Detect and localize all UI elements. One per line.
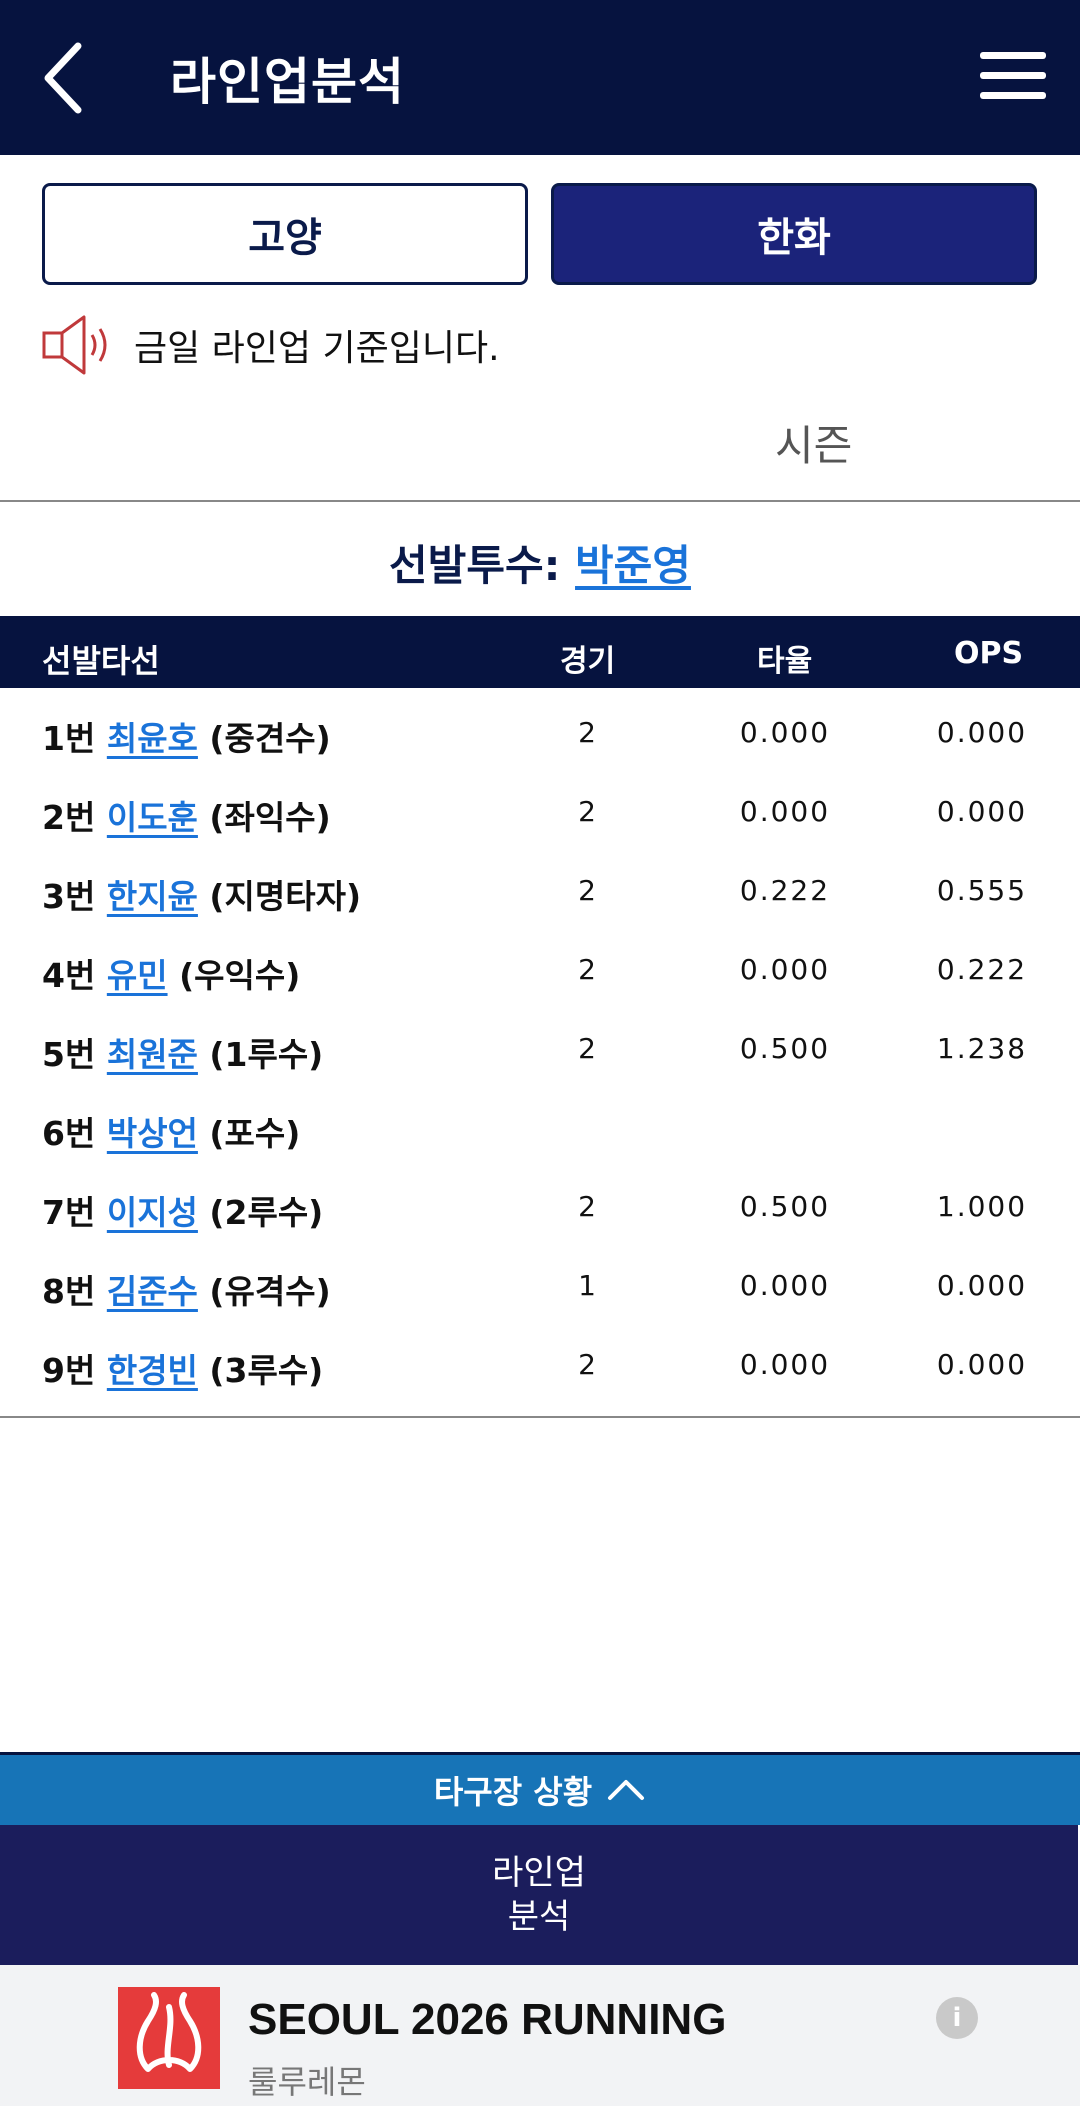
avg-cell: 0.000 bbox=[739, 716, 831, 749]
ops-cell: 0.000 bbox=[936, 1348, 1028, 1381]
table-header: 선발타선 경기 타율 OPS bbox=[0, 616, 1080, 688]
divider bbox=[0, 1416, 1080, 1418]
avg-cell: 0.000 bbox=[739, 1348, 831, 1381]
table-row: 9번 한경빈 (3루수) 2 0.000 0.000 bbox=[0, 1322, 1080, 1401]
batting-order: 9번 bbox=[42, 1351, 96, 1390]
table-row: 8번 김준수 (유격수) 1 0.000 0.000 bbox=[0, 1243, 1080, 1322]
player-position: (좌익수) bbox=[209, 798, 331, 837]
player-name-link[interactable]: 이도훈 bbox=[107, 798, 198, 837]
team-tab-goyang[interactable]: 고양 bbox=[42, 183, 528, 285]
player-name-link[interactable]: 한경빈 bbox=[107, 1351, 198, 1390]
games-cell: 2 bbox=[578, 1032, 598, 1065]
avg-cell: 0.000 bbox=[739, 1269, 831, 1302]
table-row: 5번 최원준 (1루수) 2 0.500 1.238 bbox=[0, 1006, 1080, 1085]
player-position: (3루수) bbox=[209, 1351, 324, 1390]
table-row: 7번 이지성 (2루수) 2 0.500 1.000 bbox=[0, 1164, 1080, 1243]
games-cell: 1 bbox=[578, 1269, 598, 1302]
player-name-link[interactable]: 김준수 bbox=[107, 1272, 198, 1311]
avg-cell: 0.222 bbox=[739, 874, 831, 907]
player-name-link[interactable]: 유민 bbox=[107, 956, 168, 995]
app-header: 라인업분석 bbox=[0, 0, 1080, 155]
player-position: (지명타자) bbox=[209, 877, 362, 916]
batting-order: 4번 bbox=[42, 956, 96, 995]
table-row: 3번 한지윤 (지명타자) 2 0.222 0.555 bbox=[0, 848, 1080, 927]
other-stadium-label: 타구장 상황 bbox=[433, 1773, 593, 1811]
player-name-link[interactable]: 박상언 bbox=[107, 1114, 198, 1153]
header-avg: 타율 bbox=[757, 644, 813, 679]
player-position: (유격수) bbox=[209, 1272, 331, 1311]
lineup-analysis-line1: 라인업 bbox=[492, 1853, 586, 1893]
brand-logo-icon bbox=[118, 1987, 220, 2089]
player-position: (1루수) bbox=[209, 1035, 324, 1074]
games-cell: 2 bbox=[578, 953, 598, 986]
games-cell: 2 bbox=[578, 1348, 598, 1381]
page-title: 라인업분석 bbox=[170, 53, 405, 111]
season-tab[interactable]: 시즌 bbox=[775, 412, 852, 473]
header-games: 경기 bbox=[560, 644, 616, 679]
starting-pitcher-label: 선발투수: bbox=[389, 541, 561, 590]
notice: 금일 라인업 기준입니다. bbox=[40, 313, 500, 377]
games-cell: 2 bbox=[578, 795, 598, 828]
header-ops: OPS bbox=[954, 636, 1024, 671]
ops-cell: 0.555 bbox=[936, 874, 1028, 907]
ad-banner[interactable]: SEOUL 2026 RUNNING 룰루레몬 i bbox=[0, 1965, 1080, 2106]
avg-cell: 0.500 bbox=[739, 1190, 831, 1223]
ops-cell: 0.000 bbox=[936, 716, 1028, 749]
info-icon[interactable]: i bbox=[936, 1997, 978, 2039]
table-row: 2번 이도훈 (좌익수) 2 0.000 0.000 bbox=[0, 769, 1080, 848]
ops-cell: 1.000 bbox=[936, 1190, 1028, 1223]
avg-cell: 0.000 bbox=[739, 795, 831, 828]
games-cell: 2 bbox=[578, 1190, 598, 1223]
batting-order: 5번 bbox=[42, 1035, 96, 1074]
starting-pitcher-name[interactable]: 박준영 bbox=[575, 541, 691, 590]
hamburger-menu-icon[interactable] bbox=[980, 50, 1046, 102]
games-cell: 2 bbox=[578, 716, 598, 749]
batting-order: 3번 bbox=[42, 877, 96, 916]
avg-cell: 0.000 bbox=[739, 953, 831, 986]
player-position: (중견수) bbox=[209, 719, 331, 758]
team-tab-hanwha[interactable]: 한화 bbox=[551, 183, 1037, 285]
player-name-link[interactable]: 이지성 bbox=[107, 1193, 198, 1232]
lineup-analysis-button[interactable]: 라인업 분석 bbox=[0, 1825, 1078, 1965]
player-position: (포수) bbox=[209, 1114, 301, 1153]
player-position: (우익수) bbox=[179, 956, 301, 995]
ad-title: SEOUL 2026 RUNNING bbox=[248, 1995, 727, 2044]
speaker-icon bbox=[42, 315, 107, 375]
ops-cell: 0.000 bbox=[936, 1269, 1028, 1302]
batting-order: 6번 bbox=[42, 1114, 96, 1153]
batting-order: 1번 bbox=[42, 719, 96, 758]
player-name-link[interactable]: 한지윤 bbox=[107, 877, 198, 916]
divider bbox=[0, 500, 1080, 502]
chevron-up-icon bbox=[608, 1780, 645, 1800]
table-row: 1번 최윤호 (중견수) 2 0.000 0.000 bbox=[0, 690, 1080, 769]
games-cell: 2 bbox=[578, 874, 598, 907]
player-position: (2루수) bbox=[209, 1193, 324, 1232]
lineup-table: 1번 최윤호 (중견수) 2 0.000 0.000 2번 이도훈 (좌익수) … bbox=[0, 690, 1080, 1401]
player-name-link[interactable]: 최원준 bbox=[107, 1035, 198, 1074]
chevron-left-icon[interactable] bbox=[40, 40, 88, 116]
player-name-link[interactable]: 최윤호 bbox=[107, 719, 198, 758]
lineup-analysis-line2: 분석 bbox=[507, 1897, 571, 1937]
starting-pitcher: 선발투수: 박준영 bbox=[0, 532, 1080, 593]
header-lineup: 선발타선 bbox=[42, 642, 160, 680]
batting-order: 7번 bbox=[42, 1193, 96, 1232]
ops-cell: 1.238 bbox=[936, 1032, 1028, 1065]
table-row: 6번 박상언 (포수) bbox=[0, 1085, 1080, 1164]
ops-cell: 0.000 bbox=[936, 795, 1028, 828]
table-row: 4번 유민 (우익수) 2 0.000 0.222 bbox=[0, 927, 1080, 1006]
notice-text: 금일 라인업 기준입니다. bbox=[134, 328, 500, 369]
avg-cell: 0.500 bbox=[739, 1032, 831, 1065]
batting-order: 8번 bbox=[42, 1272, 96, 1311]
ad-subtitle: 룰루레몬 bbox=[248, 2063, 366, 2101]
ops-cell: 0.222 bbox=[936, 953, 1028, 986]
batting-order: 2번 bbox=[42, 798, 96, 837]
other-stadium-toggle[interactable]: 타구장 상황 bbox=[0, 1755, 1080, 1825]
